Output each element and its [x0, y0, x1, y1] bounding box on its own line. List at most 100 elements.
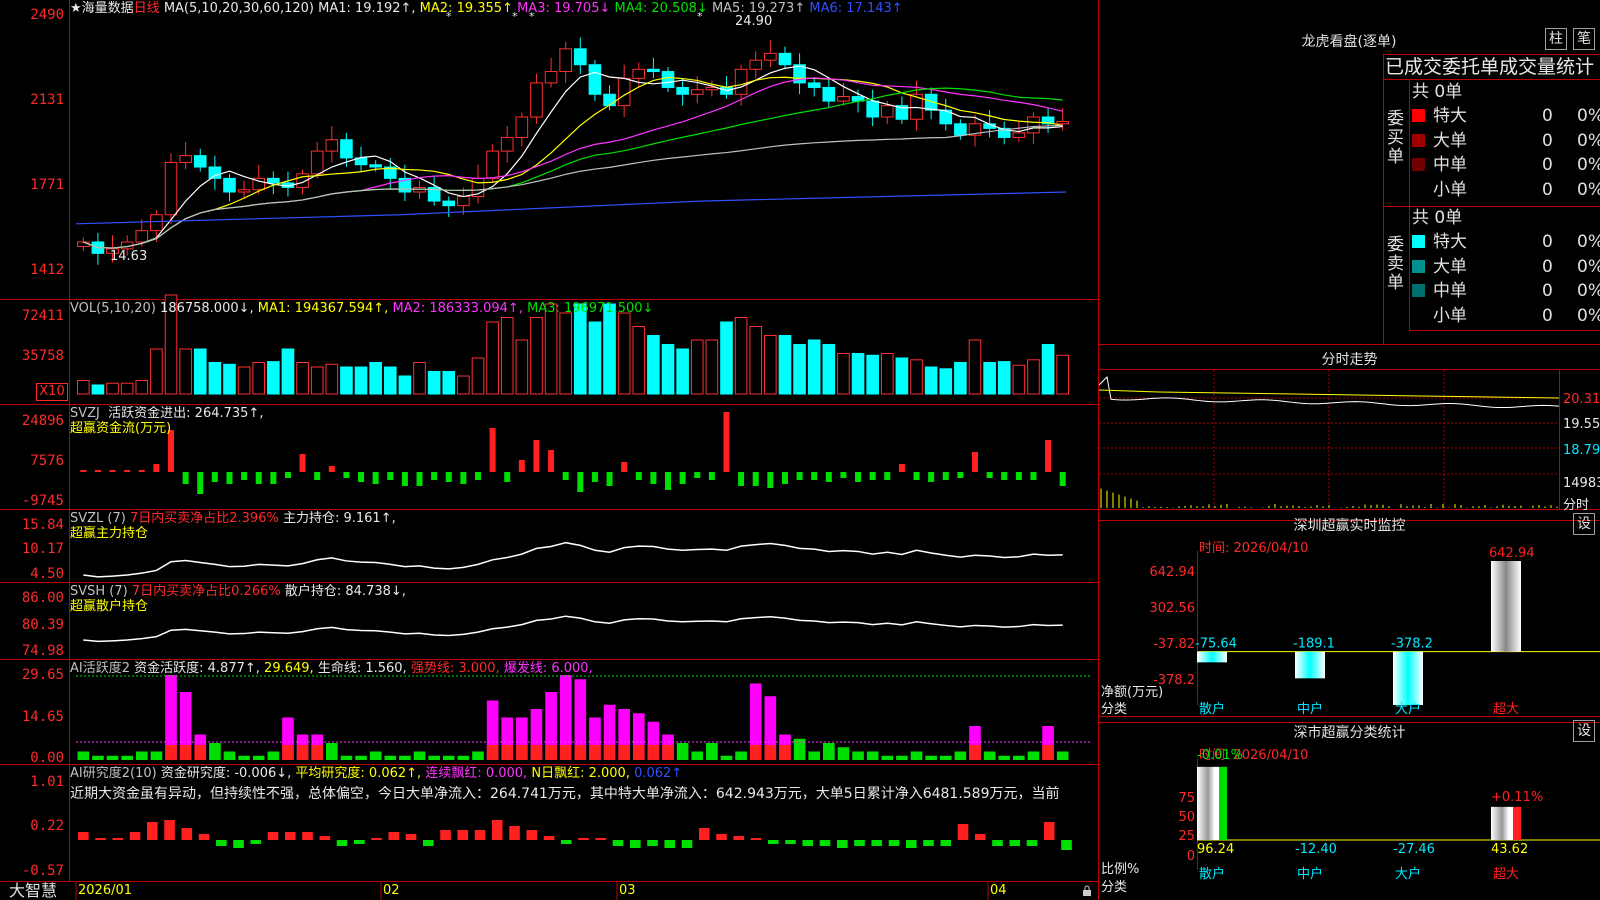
class-bar-side	[1219, 767, 1227, 840]
ai-activity-base	[750, 745, 762, 760]
ai-activity-base	[531, 745, 543, 760]
intraday-chart[interactable]	[1099, 370, 1600, 510]
intraday-axis-label: 20.31	[1563, 392, 1600, 407]
ai-activity-base	[194, 745, 206, 760]
ai-research-bar	[302, 832, 313, 840]
candle-body	[735, 69, 747, 94]
ai1-axis-label: 29.65	[0, 667, 64, 683]
order-count: 0	[1542, 104, 1553, 128]
ai-research-bar	[78, 832, 89, 840]
stock-name: ★海量数据	[70, 1, 134, 16]
svzj-bar	[709, 472, 715, 480]
tick-mode-button[interactable]: 笔	[1573, 28, 1595, 50]
svzj-bar	[168, 430, 174, 472]
volume-bar	[852, 354, 864, 395]
sz-bar-label: -378.2	[1391, 637, 1433, 652]
volume-bar	[691, 340, 703, 394]
volume-bar	[677, 349, 689, 394]
ai-research-bar	[337, 840, 348, 846]
candle-body	[867, 101, 879, 117]
volume-bar	[925, 367, 937, 394]
volume-bar	[487, 322, 499, 394]
svzj-bar	[212, 472, 218, 482]
svzj-bar	[256, 472, 262, 484]
chart-area[interactable]: ★海量数据日线 MA(5,10,20,30,60,120) MA1: 19.19…	[0, 0, 1100, 900]
ai-research-bar	[112, 838, 123, 840]
ai-activity-bar	[414, 752, 426, 761]
candle-body	[560, 49, 572, 72]
ai-activity-base	[969, 745, 981, 760]
volume-bar	[779, 336, 791, 395]
period-label[interactable]: 日线	[134, 1, 160, 16]
order-row: 小单00%	[1412, 304, 1598, 328]
ai-research-bar	[475, 830, 486, 840]
svzj-bar	[270, 472, 276, 484]
price-high-label: 24.90	[735, 14, 772, 29]
color-swatch	[1412, 158, 1425, 171]
ai-research-bar	[509, 826, 520, 840]
color-swatch	[1412, 183, 1425, 196]
ai-activity-bar	[399, 756, 411, 760]
ma-line-5	[83, 66, 1062, 248]
svzj-bar	[592, 472, 598, 482]
sz-bar	[1295, 652, 1325, 679]
volume-bar	[575, 304, 587, 394]
candle-body	[194, 156, 206, 167]
date-axis-label: 2026/01	[78, 883, 132, 898]
volume-bar	[443, 372, 455, 395]
candle-body	[575, 49, 587, 65]
intraday-axis-label: 19.55	[1563, 417, 1600, 432]
svzj-bar	[1001, 472, 1007, 480]
svzj-bar	[548, 450, 554, 472]
price-low-label: 14.63	[110, 249, 147, 264]
svzj-bar	[826, 472, 832, 482]
ai-activity-base	[589, 745, 601, 760]
volume-bar	[545, 304, 557, 394]
intraday-title: 分时走势	[1099, 349, 1600, 369]
svzl-subtitle: 超赢主力持仓	[70, 526, 148, 541]
bar-mode-button[interactable]: 柱	[1545, 28, 1567, 50]
ai-research-bar	[1009, 840, 1020, 846]
svzj-bar	[285, 472, 291, 478]
ai-research-bar	[578, 838, 589, 840]
volume-bar	[501, 318, 513, 395]
svzj-axis-label: 7576	[0, 453, 64, 469]
svzj-bar	[811, 472, 817, 480]
volume-bar	[531, 318, 543, 395]
candle-body	[765, 53, 777, 60]
svzj-bar	[504, 472, 510, 482]
volume-bar	[618, 313, 630, 394]
sz-cat-label: 中户	[1297, 701, 1323, 716]
svzj-bar	[723, 412, 729, 472]
ai-research-bar	[630, 840, 641, 848]
lock-icon[interactable]	[1082, 885, 1092, 896]
svzj-bar	[110, 470, 116, 472]
volume-bar	[341, 367, 353, 394]
ai-research-bar	[319, 836, 330, 840]
ai-activity-bar	[341, 756, 353, 760]
ai-activity-bar	[881, 756, 893, 760]
svzj-bar	[373, 472, 379, 484]
ai-activity-bar	[472, 752, 484, 761]
candle-body	[136, 231, 148, 242]
svzj-bar	[124, 470, 130, 472]
order-pct: 0%	[1577, 104, 1600, 128]
vol-axis-label: 35758	[0, 348, 64, 364]
class-value-label: 43.62	[1491, 842, 1528, 857]
candle-body	[209, 167, 221, 178]
sz-bar	[1491, 561, 1521, 652]
volume-bar	[706, 340, 718, 394]
brand-label[interactable]: 大智慧	[0, 882, 66, 900]
svzj-bar	[797, 472, 803, 480]
ai-research-bar	[682, 840, 693, 848]
color-swatch	[1412, 134, 1425, 147]
volume-bar	[399, 376, 411, 394]
candle-body	[677, 87, 689, 94]
ai-research-bar	[164, 820, 175, 840]
volume-bar	[384, 367, 396, 394]
ai-research-bar	[664, 840, 675, 848]
main-chart-svg[interactable]	[0, 0, 1100, 900]
volume-bar	[268, 362, 280, 394]
svzl-axis-label: 15.84	[0, 517, 64, 533]
vol-header: VOL(5,10,20) 186758.000↓, MA1: 194367.59…	[70, 301, 653, 316]
